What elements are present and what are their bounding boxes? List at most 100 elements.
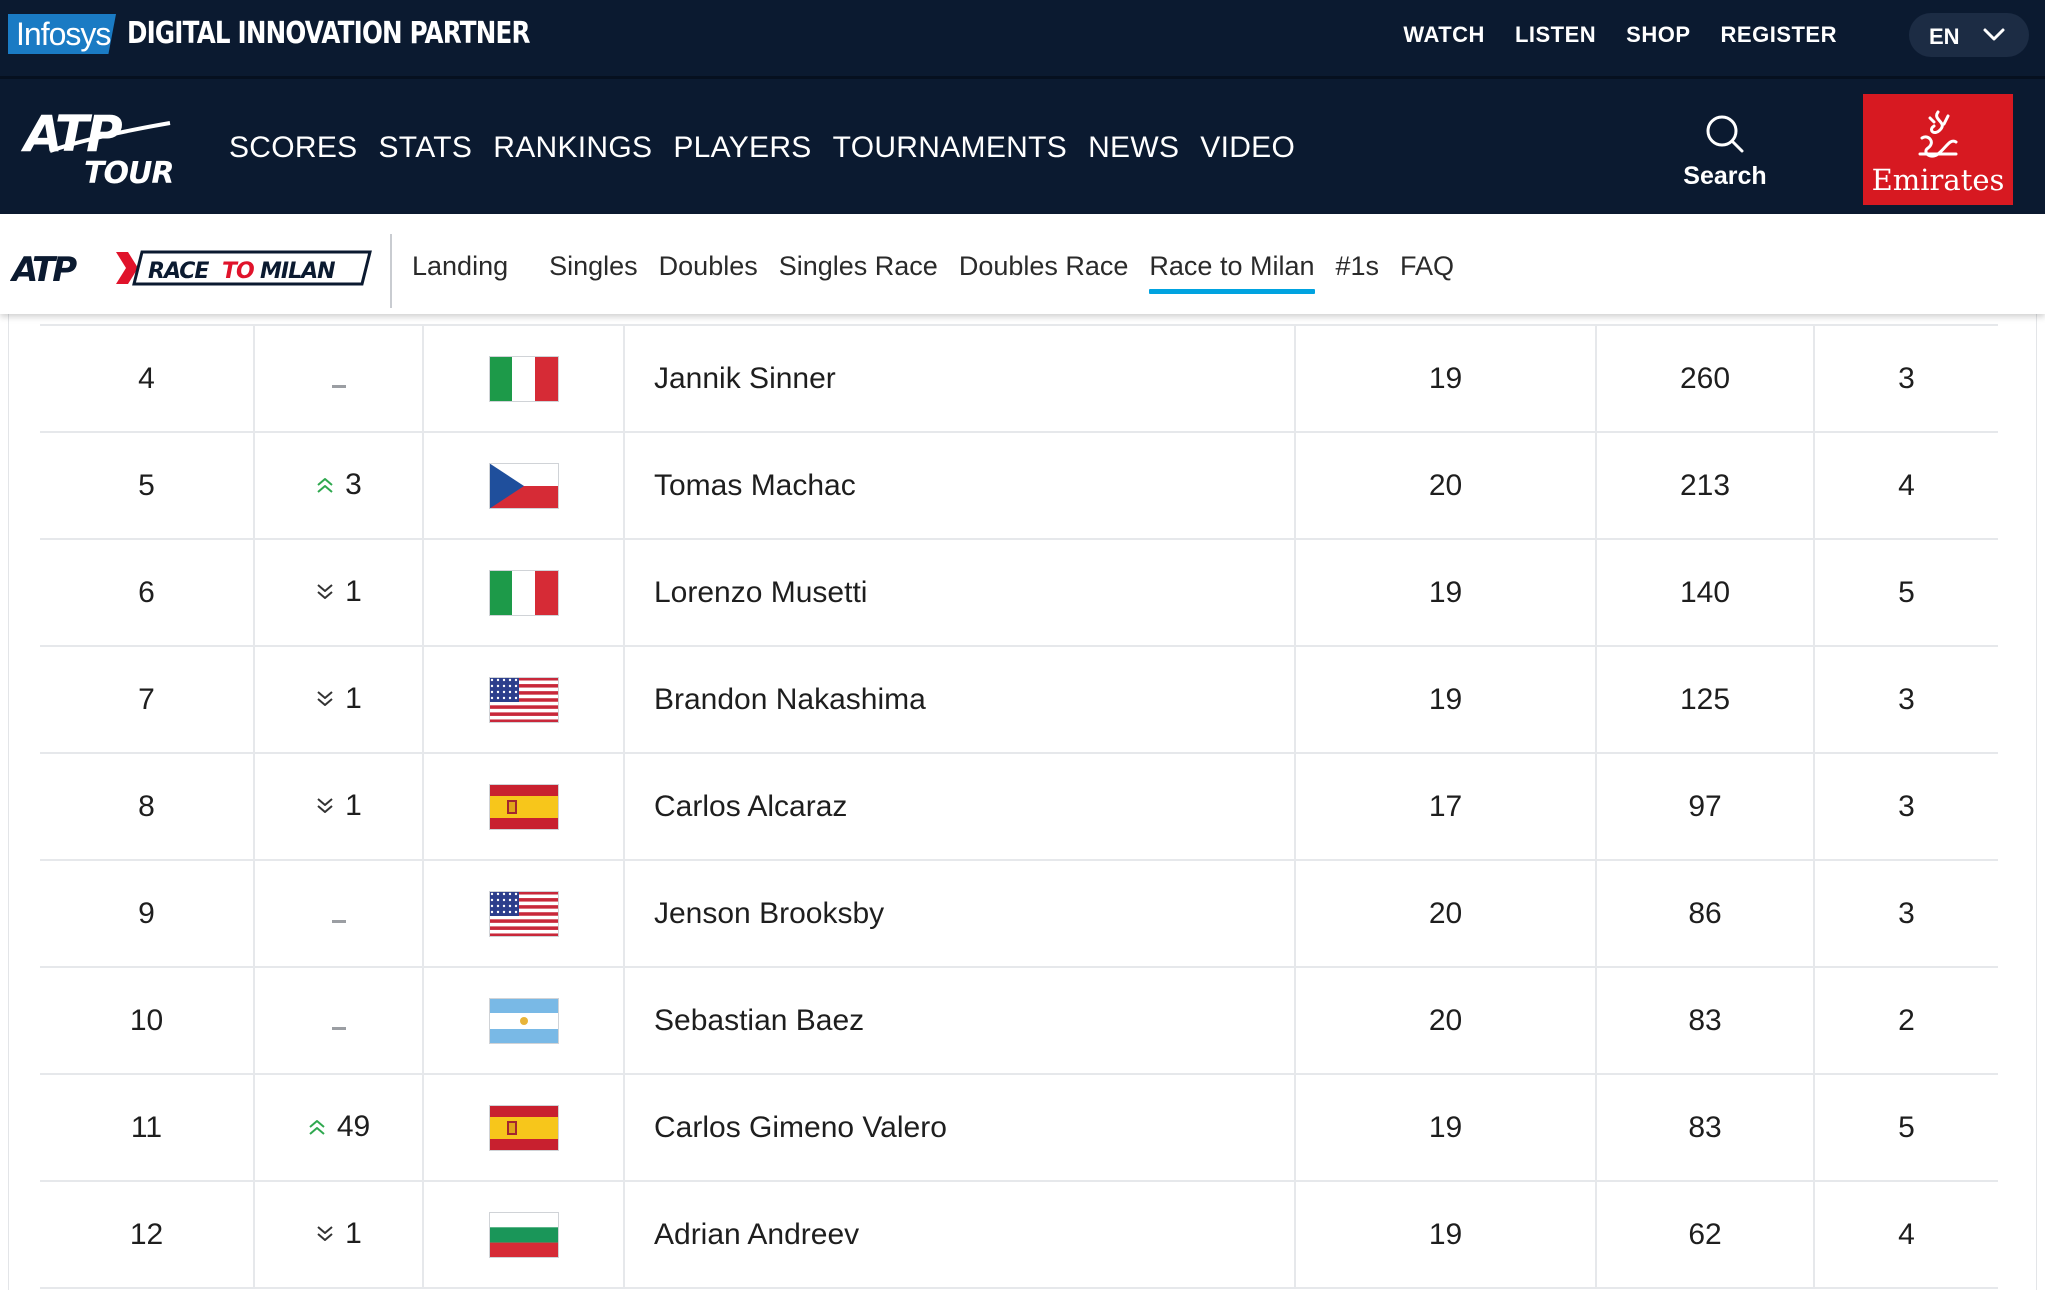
nav-tournaments[interactable]: TOURNAMENTS bbox=[833, 131, 1067, 165]
nav-players[interactable]: PLAYERS bbox=[673, 131, 811, 165]
flag-ita-icon bbox=[488, 569, 559, 616]
tab-doubles-race[interactable]: Doubles Race bbox=[959, 251, 1129, 294]
flag-ita-icon bbox=[488, 355, 559, 402]
player-cell: Brandon Nakashima bbox=[623, 646, 1295, 754]
no-change-dash bbox=[331, 919, 346, 923]
tab-doubles[interactable]: Doubles bbox=[659, 251, 758, 294]
nav-news[interactable]: NEWS bbox=[1088, 131, 1179, 165]
tournaments-value: 3 bbox=[1898, 361, 1915, 395]
age-value: 19 bbox=[1428, 1110, 1463, 1144]
listen-link[interactable]: LISTEN bbox=[1515, 22, 1596, 48]
tournaments-value: 3 bbox=[1898, 682, 1915, 716]
table-row[interactable]: 12 1 Adrian Andreev 19 62 4 bbox=[40, 1181, 1998, 1289]
player-name-link[interactable]: Sebastian Baez bbox=[654, 1004, 864, 1037]
player-name-link[interactable]: Tomas Machac bbox=[654, 469, 856, 502]
rank-movement: 1 bbox=[315, 789, 362, 823]
age-cell: 19 bbox=[1294, 646, 1596, 754]
player-cell: Adrian Andreev bbox=[623, 1181, 1295, 1289]
table-row[interactable]: 5 3 Tomas Machac 20 213 4 bbox=[40, 432, 1998, 540]
flag-esp-icon bbox=[488, 1104, 559, 1151]
movement-value: 1 bbox=[345, 789, 362, 822]
rank-cell: 7 bbox=[40, 646, 254, 754]
points-cell: 260 bbox=[1595, 324, 1814, 433]
flag-usa-icon bbox=[488, 890, 559, 937]
table-row[interactable]: 4 Jannik Sinner 19 260 3 bbox=[40, 324, 1998, 433]
player-cell: Tomas Machac bbox=[623, 432, 1295, 540]
atp-tour-logo[interactable]: ATP TOUR bbox=[20, 107, 185, 189]
player-name-link[interactable]: Carlos Gimeno Valero bbox=[654, 1111, 947, 1144]
table-row[interactable]: 6 1 Lorenzo Musetti 19 140 5 bbox=[40, 539, 1998, 647]
movement-value: 1 bbox=[345, 1217, 362, 1250]
tab-number-ones[interactable]: #1s bbox=[1336, 251, 1380, 294]
atp-race-to-milan-logo[interactable]: ATP RACE TO MILAN bbox=[10, 248, 372, 288]
flag-usa-icon bbox=[488, 676, 559, 723]
tournaments-cell: 4 bbox=[1813, 432, 1998, 540]
rank-value: 10 bbox=[129, 1003, 164, 1037]
rank-cell: 5 bbox=[40, 432, 254, 540]
table-row[interactable]: 11 49 Carlos Gimeno Valero 19 83 5 bbox=[40, 1074, 1998, 1182]
rank-cell: 10 bbox=[40, 967, 254, 1075]
table-row[interactable]: 7 1 Brandon Nakashima 19 125 3 bbox=[40, 646, 1998, 754]
tournaments-value: 5 bbox=[1898, 1110, 1915, 1144]
movement-cell: 1 bbox=[253, 753, 423, 861]
movement-cell: 1 bbox=[253, 1181, 423, 1289]
rank-movement: 1 bbox=[315, 1217, 362, 1251]
infosys-logo[interactable]: Infosys bbox=[8, 14, 116, 54]
movement-value: 1 bbox=[345, 575, 362, 608]
points-cell: 86 bbox=[1595, 860, 1814, 968]
rank-movement bbox=[331, 1021, 346, 1030]
country-cell bbox=[422, 432, 624, 540]
player-name-link[interactable]: Adrian Andreev bbox=[654, 1218, 859, 1251]
table-row[interactable]: 9 Jenson Brooksby 20 86 3 bbox=[40, 860, 1998, 968]
double-chevron-up-icon bbox=[309, 1120, 325, 1135]
nav-rankings[interactable]: RANKINGS bbox=[493, 131, 652, 165]
double-chevron-up-icon bbox=[317, 478, 333, 493]
language-selector[interactable]: EN bbox=[1909, 13, 2029, 57]
tournaments-value: 4 bbox=[1898, 1217, 1915, 1251]
rank-value: 7 bbox=[138, 682, 155, 716]
tab-race-to-milan[interactable]: Race to Milan bbox=[1149, 251, 1315, 294]
nav-video[interactable]: VIDEO bbox=[1200, 131, 1295, 165]
nav-stats[interactable]: STATS bbox=[379, 131, 473, 165]
flag-esp-icon bbox=[488, 783, 559, 830]
points-value: 97 bbox=[1688, 789, 1722, 823]
player-cell: Sebastian Baez bbox=[623, 967, 1295, 1075]
svg-text:TO: TO bbox=[222, 259, 254, 284]
player-name-link[interactable]: Carlos Alcaraz bbox=[654, 790, 847, 823]
sub-nav-tabs: Landing Singles Doubles Singles Race Dou… bbox=[412, 251, 1475, 294]
rankings-table-body: 4 Jannik Sinner 19 260 3 5 3 Tomas Machac 20 213 4… bbox=[40, 324, 1998, 1289]
search-button[interactable]: Search bbox=[1680, 113, 1770, 190]
points-cell: 140 bbox=[1595, 539, 1814, 647]
points-value: 83 bbox=[1688, 1003, 1722, 1037]
age-value: 20 bbox=[1428, 896, 1463, 930]
table-row[interactable]: 8 1 Carlos Alcaraz 17 97 3 bbox=[40, 753, 1998, 861]
player-name-link[interactable]: Lorenzo Musetti bbox=[654, 576, 867, 609]
watch-link[interactable]: WATCH bbox=[1403, 22, 1485, 48]
player-cell: Carlos Gimeno Valero bbox=[623, 1074, 1295, 1182]
tournaments-value: 3 bbox=[1898, 896, 1915, 930]
age-cell: 19 bbox=[1294, 324, 1596, 433]
tournaments-value: 2 bbox=[1898, 1003, 1915, 1037]
movement-cell: 1 bbox=[253, 646, 423, 754]
country-cell bbox=[422, 1181, 624, 1289]
rank-value: 12 bbox=[129, 1217, 164, 1251]
table-row[interactable]: 10 Sebastian Baez 20 83 2 bbox=[40, 967, 1998, 1075]
age-cell: 20 bbox=[1294, 967, 1596, 1075]
tab-singles-race[interactable]: Singles Race bbox=[779, 251, 938, 294]
player-name-link[interactable]: Brandon Nakashima bbox=[654, 683, 926, 716]
movement-cell: 1 bbox=[253, 539, 423, 647]
tab-singles[interactable]: Singles bbox=[549, 251, 638, 294]
points-value: 125 bbox=[1679, 682, 1731, 716]
rank-movement: 1 bbox=[315, 682, 362, 716]
tab-faq[interactable]: FAQ bbox=[1400, 251, 1454, 294]
tab-landing[interactable]: Landing bbox=[412, 251, 508, 294]
register-link[interactable]: REGISTER bbox=[1721, 22, 1837, 48]
player-name-link[interactable]: Jenson Brooksby bbox=[654, 897, 884, 930]
rank-value: 11 bbox=[130, 1110, 163, 1144]
emirates-sponsor-logo[interactable]: Emirates bbox=[1863, 94, 2013, 205]
nav-scores[interactable]: SCORES bbox=[229, 131, 358, 165]
shop-link[interactable]: SHOP bbox=[1626, 22, 1690, 48]
rank-value: 9 bbox=[138, 896, 155, 930]
svg-text:MILAN: MILAN bbox=[260, 259, 335, 284]
player-name-link[interactable]: Jannik Sinner bbox=[654, 362, 836, 395]
